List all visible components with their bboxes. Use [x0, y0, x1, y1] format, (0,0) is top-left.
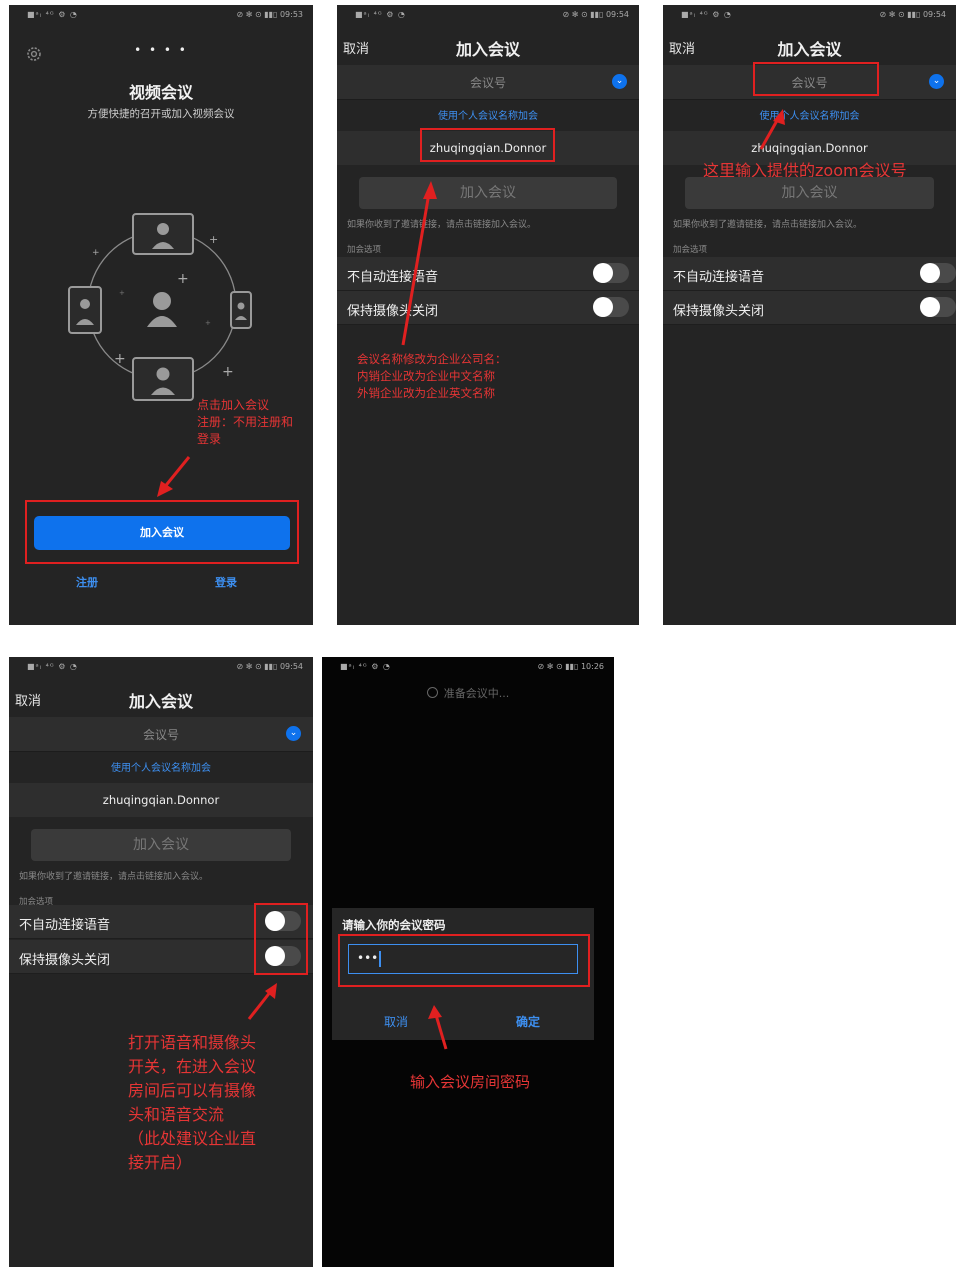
personal-meeting-link[interactable]: 使用个人会议名称加会 [9, 759, 313, 774]
invite-hint: 如果你收到了邀请链接，请点击链接加入会议。 [673, 220, 863, 230]
chevron-down-icon[interactable]: ⌄ [929, 74, 944, 89]
option-video-row: 保持摄像头关闭 [337, 291, 639, 325]
svg-text:+: + [177, 271, 189, 287]
options-label: 加会选项 [673, 245, 708, 255]
screen-join-meeting-options: ■ᵃₗ ⁴ᴳ ⚙ ◔ ⊘ ✻ ⊙ ▮▮▯ 09:54 取消 加入会议 会议号 ⌄… [9, 657, 313, 1267]
screen-join-meeting-id: ■ᵃₗ ⁴ᴳ ⚙ ◔ ⊘ ✻ ⊙ ▮▮▯ 09:54 取消 加入会议 会议号 ⌄… [663, 5, 956, 625]
status-bar: ■ᵃₗ ⁴ᴳ ⚙ ◔ ⊘ ✻ ⊙ ▮▮▯ 09:54 [355, 10, 629, 19]
page-title: 视频会议 [128, 83, 193, 102]
screen-join-meeting-name: ■ᵃₗ ⁴ᴳ ⚙ ◔ ⊘ ✻ ⊙ ▮▮▯ 09:54 取消 加入会议 会议号 ⌄… [337, 5, 639, 625]
video-toggle[interactable] [593, 297, 629, 317]
option-audio-row: 不自动连接语音 [663, 257, 956, 291]
screen-meeting-password: ■ᵃₗ ⁴ᴳ ⚙ ◔ ⊘ ✻ ⊙ ▮▮▯ 10:26 准备会议中... 请输入你… [322, 657, 614, 1267]
meeting-id-field[interactable]: 会议号 ⌄ [337, 65, 639, 100]
highlight-meeting-id-box [753, 62, 879, 96]
video-toggle[interactable] [920, 297, 956, 317]
display-name-field[interactable]: zhuqingqian.Donnor [9, 783, 313, 817]
nav-header: 取消 加入会议 [663, 31, 956, 61]
annotation-arrow [247, 983, 277, 1020]
invite-hint: 如果你收到了邀请链接，请点击链接加入会议。 [19, 872, 209, 882]
options-label: 加会选项 [347, 245, 382, 255]
page-title: 加入会议 [455, 40, 520, 59]
svg-text:+: + [92, 248, 100, 258]
join-meeting-button[interactable]: 加入会议 [31, 829, 291, 861]
audio-toggle[interactable] [593, 263, 629, 283]
highlight-name-box [420, 128, 555, 162]
join-meeting-button[interactable]: 加入会议 [685, 177, 934, 209]
option-audio-row: 不自动连接语音 [337, 257, 639, 291]
status-bar: ■ᵃₗ ⁴ᴳ ⚙ ◔ ⊘ ✻ ⊙ ▮▮▯ 09:54 [27, 662, 303, 671]
page-title: 加入会议 [777, 40, 842, 59]
connecting-status: 准备会议中... [322, 685, 614, 701]
annotation-arrow [401, 181, 437, 346]
personal-meeting-link[interactable]: 使用个人会议名称加会 [337, 107, 639, 122]
dialog-cancel-button[interactable]: 取消 [384, 1013, 408, 1030]
page-subtitle: 方便快捷的召开或加入视频会议 [87, 108, 235, 120]
status-bar: ■ᵃₗ ⁴ᴳ ⚙ ◔ ⊘ ✻ ⊙ ▮▮▯ 10:26 [340, 662, 604, 671]
dialog-title: 请输入你的会议密码 [342, 918, 446, 932]
svg-text:+: + [114, 351, 126, 367]
login-link[interactable]: 登录 [215, 574, 237, 590]
page-dots: • • • • [134, 43, 188, 57]
join-meeting-button[interactable]: 加入会议 [34, 516, 290, 550]
screen-video-meeting-home: ■ᵃₗ ⁴ᴳ ⚙ ◔ ⊘ ✻ ⊙ ▮▮▯ 09:53 • • • • 视频会议 … [9, 5, 313, 625]
audio-toggle[interactable] [920, 263, 956, 283]
svg-text:+: + [119, 289, 125, 297]
annotation-arrow [759, 109, 785, 150]
page-title: 加入会议 [128, 692, 193, 711]
status-bar: ■ᵃₗ ⁴ᴳ ⚙ ◔ ⊘ ✻ ⊙ ▮▮▯ 09:54 [681, 10, 946, 19]
status-bar: ■ᵃₗ ⁴ᴳ ⚙ ◔ ⊘ ✻ ⊙ ▮▮▯ 09:53 [27, 10, 303, 19]
annotation-enter-password: 输入会议房间密码 [410, 1073, 531, 1091]
nav-header: 取消 加入会议 [9, 683, 313, 713]
annotation-company-name: 会议名称修改为企业公司名： 内销企业改为企业中文名称 外销企业改为企业英文名称 [357, 352, 507, 400]
nav-header: 取消 加入会议 [337, 31, 639, 61]
annotation-arrow [157, 456, 191, 497]
highlight-toggles-box [254, 903, 308, 975]
chevron-down-icon[interactable]: ⌄ [286, 726, 301, 741]
personal-meeting-link[interactable]: 使用个人会议名称加会 [663, 107, 956, 122]
svg-text:+: + [222, 364, 234, 380]
annotation-arrow [428, 1005, 448, 1050]
annotation-click-join: 点击加入会议 注册：不用注册和 登录 [197, 398, 294, 446]
annotation-enable-av: 打开语音和摄像头 开关，在进入会议 房间后可以有摄像 头和语音交流 （此处建议企… [128, 1033, 257, 1172]
signup-link[interactable]: 注册 [76, 574, 98, 590]
dialog-ok-button[interactable]: 确定 [516, 1013, 540, 1030]
svg-text:+: + [209, 233, 218, 246]
meeting-id-field[interactable]: 会议号 ⌄ [9, 717, 313, 752]
svg-text:+: + [205, 319, 211, 327]
chevron-down-icon[interactable]: ⌄ [612, 74, 627, 89]
spinner-icon [426, 687, 438, 698]
highlight-password-box [338, 934, 590, 987]
option-video-row: 保持摄像头关闭 [663, 291, 956, 325]
